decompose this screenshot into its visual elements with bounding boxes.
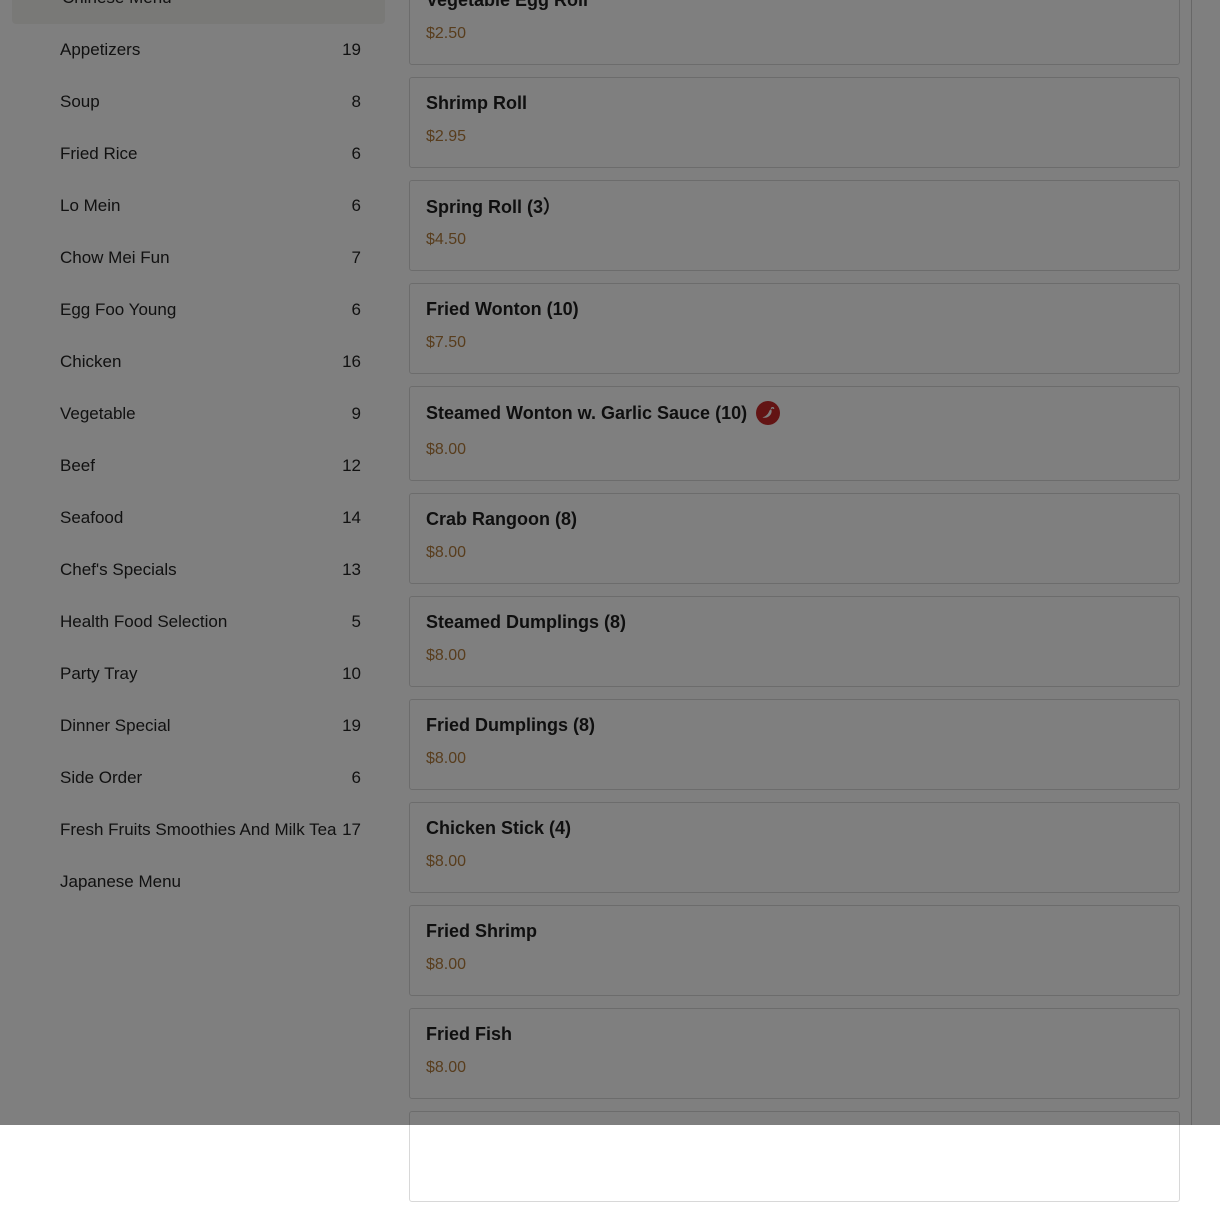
modal-backdrop[interactable]: [0, 0, 1220, 1125]
